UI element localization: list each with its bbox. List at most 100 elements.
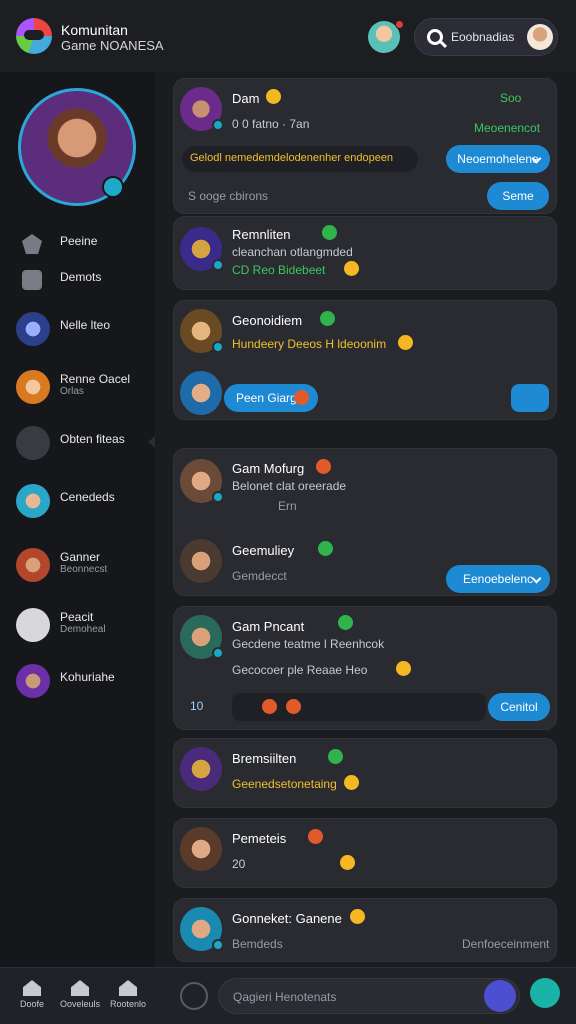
post-card[interactable]: Gam Pncant Gecdene teatme l Reenhcok Gec…: [173, 606, 557, 730]
message-input-wrapper[interactable]: [218, 978, 520, 1014]
history-icon[interactable]: [180, 982, 208, 1010]
sidebar-item-peacit[interactable]: Peacit Demoheal: [16, 606, 152, 642]
post-card[interactable]: Geonoidiem Hundeery Deeos H ldeoonim Pee…: [173, 300, 557, 420]
emoji-button[interactable]: [484, 980, 516, 1012]
avatar: [16, 484, 50, 518]
avatar[interactable]: [180, 747, 222, 791]
app-subtitle: Game NOANESA: [61, 38, 164, 53]
sidebar: [0, 72, 155, 967]
emoji-icon[interactable]: [286, 699, 301, 714]
action-button[interactable]: Seme: [487, 182, 549, 210]
avatar[interactable]: [180, 907, 224, 951]
highlight-text: Gelodl nemedemdelodenenher endopeen: [190, 152, 394, 164]
post-card[interactable]: Dam Soo 0 0 fatno · 7an Meoenencot Gelod…: [173, 78, 557, 214]
action-button-label: Seme: [502, 189, 534, 203]
message-input[interactable]: [233, 987, 483, 1007]
sidebar-item-cenededs[interactable]: Cenededs: [16, 482, 152, 518]
dropdown-button[interactable]: Eenoebelenc: [446, 565, 550, 593]
avatar[interactable]: [180, 539, 222, 583]
emoji-icon[interactable]: [262, 699, 277, 714]
sidebar-item-label: Demots: [60, 270, 102, 284]
post-text: Bemdeds: [232, 937, 283, 951]
avatar: [16, 664, 50, 698]
post-author[interactable]: Geonoidiem: [232, 313, 302, 328]
chevron-down-icon: [531, 573, 542, 584]
avatar[interactable]: [180, 309, 224, 353]
nav-item-home[interactable]: Doofe: [12, 980, 52, 1009]
notification-badge: [395, 20, 404, 29]
post-text: Geenedsetonetaing: [232, 777, 337, 791]
sidebar-item-label: Kohuriahe: [60, 670, 115, 684]
post-card[interactable]: Gam Mofurg Belonet clat oreerade Ern Gee…: [173, 448, 557, 596]
avatar: [16, 370, 50, 404]
sidebar-item-nelle[interactable]: Nelle lteo: [16, 310, 152, 346]
post-card[interactable]: Remnliten cleanchan otlangmded CD Reo Bi…: [173, 216, 557, 290]
post-card[interactable]: Gonneket: Ganene Bemdeds Denfoeceinment: [173, 898, 557, 962]
sidebar-pointer: [148, 436, 155, 448]
post-footer: S ooge cbirons: [188, 189, 269, 203]
app-logo[interactable]: [16, 18, 52, 54]
post-card[interactable]: Pemeteis 20: [173, 818, 557, 888]
emoji-icon: [322, 225, 337, 240]
post-text: Gecocoer ple Reaae Heo: [232, 663, 368, 677]
emoji-icon: [396, 661, 411, 676]
post-author[interactable]: Pemeteis: [232, 831, 286, 846]
sidebar-item-obten[interactable]: Obten fiteas: [16, 424, 152, 460]
chip-button[interactable]: Peen Giarg: [224, 384, 318, 412]
search-avatar[interactable]: [527, 24, 553, 50]
sidebar-item-sublabel: Demoheal: [60, 624, 106, 635]
sidebar-item-label: Peeine: [60, 234, 98, 248]
post-author[interactable]: Geemuliey: [232, 543, 294, 558]
nav-item-store[interactable]: Rootenlo: [108, 980, 148, 1009]
post-author[interactable]: Gam Mofurg: [232, 461, 304, 476]
sidebar-item-kohuriahe[interactable]: Kohuriahe: [16, 662, 152, 698]
top-bar: Komunitan Game NOANESA Eoobnadias: [0, 0, 576, 72]
group-icon: [22, 270, 42, 290]
sidebar-item-label: Peacit: [60, 610, 94, 624]
avatar[interactable]: [180, 371, 222, 415]
emoji-icon: [344, 261, 359, 276]
app-title: Komunitan: [61, 22, 128, 38]
avatar[interactable]: [180, 87, 224, 131]
sidebar-item-demots[interactable]: Demots: [16, 262, 152, 298]
expand-button[interactable]: [511, 384, 549, 412]
sidebar-item-sublabel: Beonnecst: [60, 564, 108, 575]
post-text: Gemdecct: [232, 569, 287, 583]
avatar[interactable]: [180, 827, 222, 871]
post-text: Gecdene teatme l Reenhcok: [232, 637, 385, 651]
post-author[interactable]: Dam: [232, 91, 259, 106]
post-tag: CD Reo Bidebeet: [232, 263, 326, 277]
controller-icon: [22, 234, 42, 254]
action-button[interactable]: Cenitol: [488, 693, 550, 721]
avatar[interactable]: [180, 227, 224, 271]
sidebar-item-peeine[interactable]: Peeine: [16, 226, 152, 262]
sidebar-item-renne[interactable]: Renne Oacel Orlas: [16, 368, 152, 404]
dropdown-button[interactable]: Neoemohelene: [446, 145, 550, 173]
post-author[interactable]: Gonneket: Ganene: [232, 911, 342, 926]
post-text: Hundeery Deeos H ldeoonim: [232, 337, 387, 351]
dropdown-label: Neoemohelene: [457, 152, 539, 166]
reaction-bar[interactable]: [232, 693, 486, 721]
nav-item-chat[interactable]: Ooveleuls: [60, 980, 100, 1009]
sidebar-item-ganner[interactable]: Ganner Beonnecst: [16, 546, 152, 582]
chat-icon: [71, 980, 89, 996]
window-icon: [16, 426, 50, 460]
avatar[interactable]: [180, 615, 224, 659]
post-text: cleanchan otlangmded: [232, 245, 353, 259]
search-bar[interactable]: Eoobnadias: [414, 18, 558, 56]
post-text: Belonet clat oreerade: [232, 479, 347, 493]
highlight-pill: Gelodl nemedemdelodenenher endopeen: [182, 146, 418, 172]
send-button[interactable]: [530, 978, 560, 1008]
emoji-icon: [328, 749, 343, 764]
search-label: Eoobnadias: [451, 30, 515, 44]
post-author[interactable]: Bremsiilten: [232, 751, 296, 766]
post-text: 20: [232, 857, 246, 871]
nav-label: Rootenlo: [109, 999, 147, 1009]
avatar[interactable]: [180, 459, 224, 503]
home-icon: [23, 980, 41, 996]
post-author[interactable]: Remnliten: [232, 227, 291, 242]
post-meta: Ern: [278, 499, 297, 513]
post-card[interactable]: Bremsiilten Geenedsetonetaing: [173, 738, 557, 808]
post-author[interactable]: Gam Pncant: [232, 619, 304, 634]
sidebar-item-label: Ganner: [60, 550, 101, 564]
